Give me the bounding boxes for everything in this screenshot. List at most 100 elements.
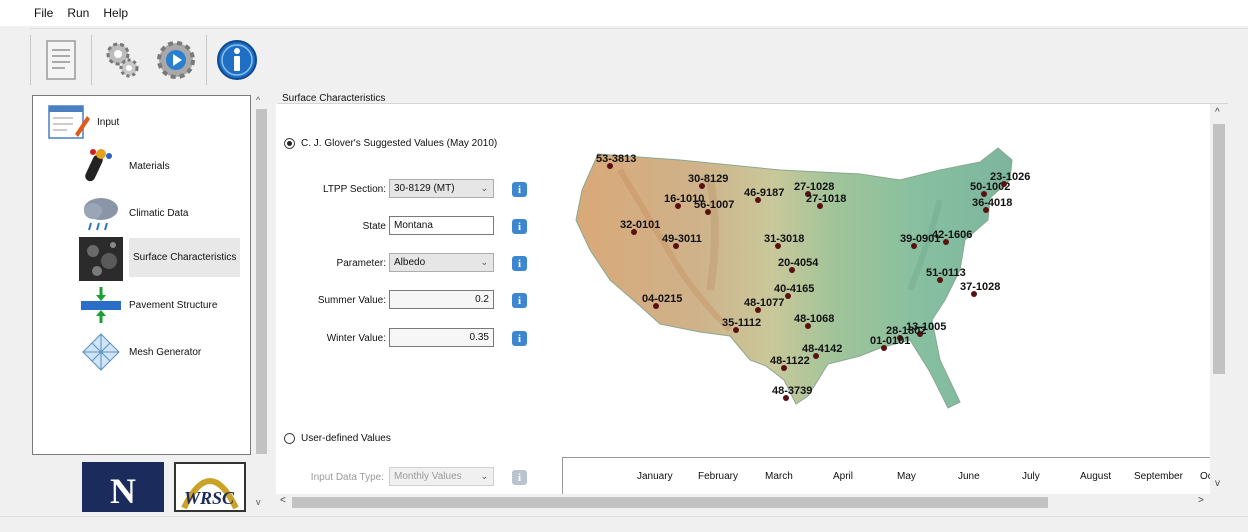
nav-item-pavement[interactable]: Pavement Structure <box>79 285 217 325</box>
info-icon[interactable]: i <box>512 331 527 346</box>
scroll-left-icon[interactable]: < <box>280 495 286 506</box>
gears-icon <box>106 42 139 77</box>
site-marker-label: 27-1028 <box>794 181 834 193</box>
input-type-label: Input Data Type: <box>310 472 384 483</box>
logos: N WRSC <box>82 462 246 512</box>
site-marker-label: 53-3813 <box>596 153 636 165</box>
radio-selected-icon <box>284 138 295 149</box>
document-button[interactable] <box>37 36 85 84</box>
site-marker-label: 48-1068 <box>794 313 834 325</box>
summer-label: Summer Value: <box>317 295 386 306</box>
suggested-values-radio[interactable]: C. J. Glover's Suggested Values (May 201… <box>284 138 497 149</box>
month-header: January February March April May June Ju… <box>562 457 1213 495</box>
month-july: July <box>1022 471 1040 482</box>
site-marker-label: 48-3739 <box>772 385 812 397</box>
rain-cloud-icon <box>79 193 123 233</box>
nav-item-mesh[interactable]: Mesh Generator <box>79 332 201 372</box>
nav-label-materials: Materials <box>129 160 170 172</box>
info-icon[interactable]: i <box>512 256 527 271</box>
mesh-icon <box>79 332 123 372</box>
surface-texture-icon <box>79 237 123 281</box>
user-defined-label: User-defined Values <box>301 433 391 444</box>
chevron-down-icon: ⌄ <box>480 257 488 267</box>
main-vertical-scrollbar[interactable]: ^ v <box>1210 104 1228 494</box>
month-may: May <box>897 471 916 482</box>
suggested-values-label: C. J. Glover's Suggested Values (May 201… <box>301 138 498 149</box>
info-icon[interactable]: i <box>512 293 527 308</box>
site-marker-label: 31-3018 <box>764 233 804 245</box>
scroll-right-icon[interactable]: > <box>1198 495 1204 506</box>
parameter-value: Albedo <box>394 257 426 268</box>
user-defined-radio[interactable]: User-defined Values <box>284 433 391 444</box>
run-gear-icon <box>157 40 195 79</box>
run-button[interactable] <box>152 36 200 84</box>
menu-help[interactable]: Help <box>103 6 128 20</box>
vertical-scroll-thumb[interactable] <box>1213 124 1225 374</box>
nav-label-mesh: Mesh Generator <box>129 346 202 358</box>
winter-value: 0.35 <box>469 332 489 343</box>
parameter-select[interactable]: Albedo ⌄ <box>389 253 494 272</box>
nav-label-input: Input <box>97 116 120 128</box>
winter-value-field[interactable]: 0.35 <box>389 328 494 347</box>
site-marker-label: 56-1007 <box>694 199 734 211</box>
horizontal-scroll-thumb[interactable] <box>292 497 1048 508</box>
site-marker-label: 35-1112 <box>722 317 761 329</box>
settings-button[interactable] <box>98 36 146 84</box>
materials-icon <box>79 146 123 186</box>
us-map: 53-381330-812916-101056-100746-9187 27-10… <box>575 147 1030 409</box>
month-september: September <box>1134 471 1183 482</box>
site-marker-label: 30-8129 <box>688 173 728 185</box>
nav-scroll-thumb[interactable] <box>256 109 267 454</box>
menu-run[interactable]: Run <box>67 6 89 20</box>
toolbar-separator <box>30 34 31 85</box>
input-type-value: Monthly Values <box>394 471 462 482</box>
site-marker-label: 20-4054 <box>778 257 819 269</box>
document-icon <box>46 39 76 80</box>
site-marker-label: 51-0113 <box>926 267 966 279</box>
input-type-select[interactable]: Monthly Values ⌄ <box>389 467 494 486</box>
scroll-down-icon[interactable]: v <box>256 497 261 507</box>
month-august: August <box>1080 471 1112 482</box>
nav-item-surface[interactable]: Surface Characteristics <box>79 237 241 281</box>
nav-item-input[interactable]: Input <box>47 102 119 142</box>
ltpp-section-select[interactable]: 30-8129 (MT) ⌄ <box>389 179 494 198</box>
site-marker-label: 27-1018 <box>806 193 846 205</box>
toolbar-separator <box>206 34 207 85</box>
scroll-up-icon[interactable]: ^ <box>256 95 260 105</box>
ltpp-section-value: 30-8129 (MT) <box>394 183 455 194</box>
about-button[interactable] <box>213 36 261 84</box>
main-horizontal-scrollbar[interactable]: < > <box>276 494 1212 510</box>
menu-bar: File Run Help <box>0 0 1248 26</box>
input-icon <box>47 102 91 142</box>
winter-label: Winter Value: <box>326 333 386 344</box>
state-field[interactable]: Montana <box>389 216 494 235</box>
info-icon[interactable]: i <box>512 182 527 197</box>
pavement-structure-icon <box>79 285 123 325</box>
nav-item-climatic[interactable]: Climatic Data <box>79 193 188 233</box>
site-marker-label: 46-9187 <box>744 187 784 199</box>
month-february: February <box>698 471 739 482</box>
summer-value-field[interactable]: 0.2 <box>389 290 494 309</box>
month-january: January <box>637 471 673 482</box>
scroll-down-icon[interactable]: v <box>1215 478 1220 489</box>
wrsc-logo: WRSC <box>174 462 246 512</box>
site-marker-label: 48-1077 <box>744 297 784 309</box>
ltpp-label: LTPP Section: <box>323 184 386 195</box>
info-icon[interactable]: i <box>512 219 527 234</box>
site-marker-label: 48-1122 <box>770 355 810 367</box>
info-icon <box>217 39 257 80</box>
navigation-panel: Input Materials Climatic Data Surface Ch… <box>32 95 251 455</box>
nav-scrollbar[interactable]: ^ v <box>253 95 270 510</box>
month-april: April <box>833 471 854 482</box>
menu-file[interactable]: File <box>34 6 53 20</box>
site-marker-label: 36-4018 <box>972 197 1012 209</box>
state-label: State <box>362 221 386 232</box>
site-marker-label: 01-0101 <box>870 335 910 347</box>
state-value: Montana <box>394 220 433 231</box>
month-june: June <box>958 471 980 482</box>
nav-item-materials[interactable]: Materials <box>79 146 170 186</box>
site-marker-label: 49-3011 <box>662 233 702 245</box>
scroll-up-icon[interactable]: ^ <box>1215 107 1220 118</box>
info-icon[interactable]: i <box>512 470 527 485</box>
svg-text:WRSC: WRSC <box>184 488 235 508</box>
